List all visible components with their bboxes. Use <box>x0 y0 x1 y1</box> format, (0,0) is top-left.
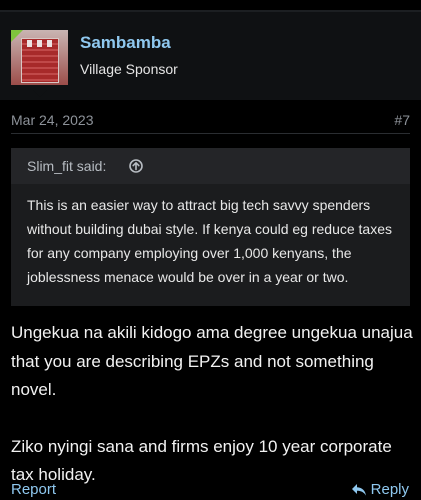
header-caret <box>33 90 47 97</box>
avatar[interactable] <box>11 30 68 85</box>
author-username[interactable]: Sambamba <box>80 33 171 53</box>
reply-arrow-icon <box>351 483 366 496</box>
post-divider <box>11 133 410 134</box>
arrow-up-circle-icon[interactable] <box>129 159 143 173</box>
author-title: Village Sponsor <box>80 61 178 77</box>
reply-button[interactable]: Reply <box>351 481 409 498</box>
quote-block: Slim_fit said: This is an easier way to … <box>11 148 410 306</box>
quote-author[interactable]: Slim_fit said: <box>27 158 106 174</box>
message-paragraph: Ungekua na akili kidogo ama degree ungek… <box>11 323 413 399</box>
post-message: Ungekua na akili kidogo ama degree ungek… <box>11 319 413 490</box>
post-date[interactable]: Mar 24, 2023 <box>11 112 94 128</box>
online-badge-icon <box>11 30 23 42</box>
post-number[interactable]: #7 <box>394 112 410 128</box>
quote-header[interactable]: Slim_fit said: <box>11 148 410 184</box>
report-link[interactable]: Report <box>11 481 56 498</box>
reply-label: Reply <box>370 481 409 498</box>
quote-text: This is an easier way to attract big tec… <box>27 197 393 285</box>
